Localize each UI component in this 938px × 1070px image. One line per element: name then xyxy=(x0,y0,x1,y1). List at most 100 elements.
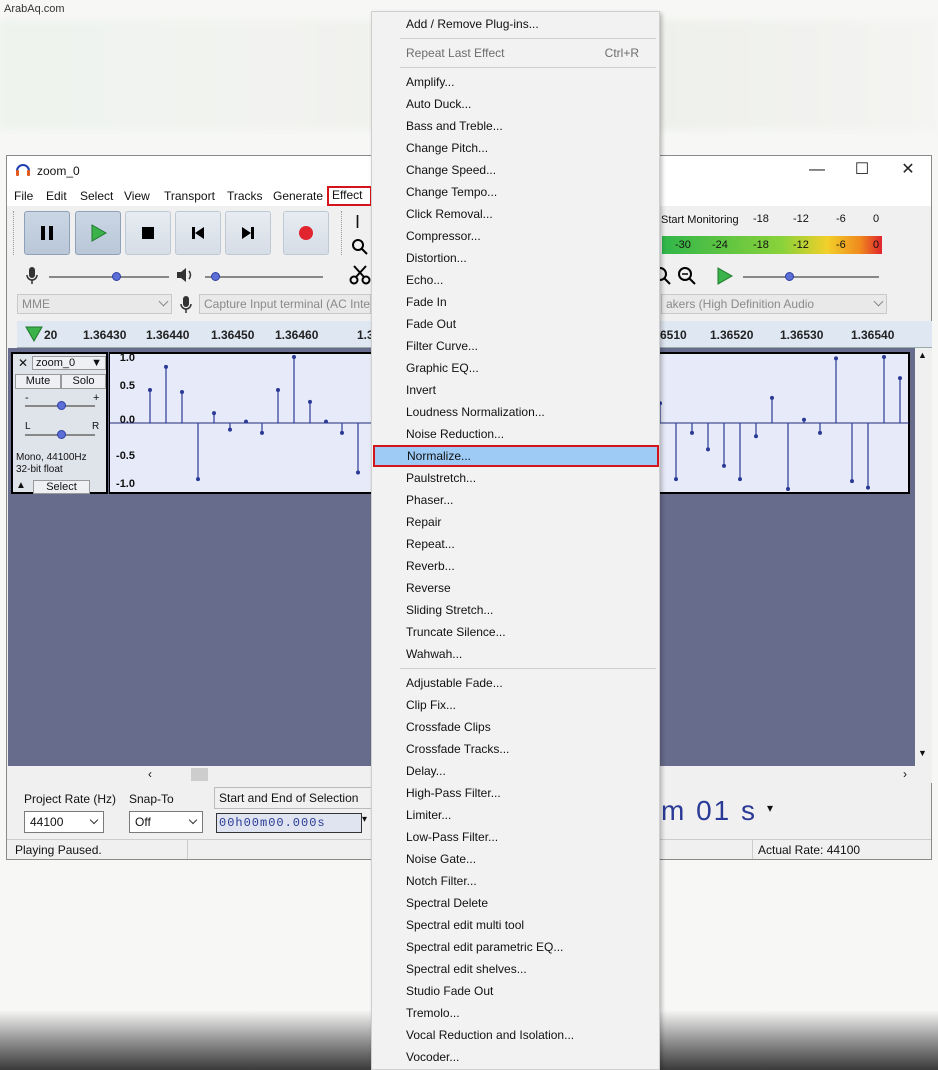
selection-start-time[interactable]: 00h00m00.000s xyxy=(216,813,362,833)
selection-mode-select[interactable]: Start and End of Selection xyxy=(214,787,372,809)
menu-item-distortion[interactable]: Distortion... xyxy=(372,247,659,269)
recording-volume-knob[interactable] xyxy=(112,272,121,281)
menu-item-wahwah[interactable]: Wahwah... xyxy=(372,643,659,665)
play-button[interactable] xyxy=(75,211,121,255)
track-name-menu[interactable]: zoom_0 ▼ xyxy=(32,356,106,370)
scroll-up-icon[interactable]: ▲ xyxy=(918,350,927,360)
menu-item-notch-filter[interactable]: Notch Filter... xyxy=(372,870,659,892)
track-close-icon[interactable]: ✕ xyxy=(15,356,31,370)
menu-item-truncate-silence[interactable]: Truncate Silence... xyxy=(372,621,659,643)
menu-view[interactable]: View xyxy=(121,187,153,205)
menu-item-change-tempo[interactable]: Change Tempo... xyxy=(372,181,659,203)
menu-item-high-pass-filter[interactable]: High-Pass Filter... xyxy=(372,782,659,804)
minimize-button[interactable]: — xyxy=(795,159,839,183)
menu-item-clip-fix[interactable]: Clip Fix... xyxy=(372,694,659,716)
collapse-track-icon[interactable]: ▲ xyxy=(16,480,26,491)
menu-item-click-removal[interactable]: Click Removal... xyxy=(372,203,659,225)
menu-item-amplify[interactable]: Amplify... xyxy=(372,71,659,93)
menu-item-repeat[interactable]: Repeat... xyxy=(372,533,659,555)
menu-transport[interactable]: Transport xyxy=(161,187,218,205)
scroll-left-icon[interactable]: ‹ xyxy=(148,767,152,781)
zoom-toggle-icon[interactable] xyxy=(677,266,697,286)
menu-item-invert[interactable]: Invert xyxy=(372,379,659,401)
vertical-scrollbar[interactable]: ▲ ▼ xyxy=(915,348,932,766)
menu-item-fade-in[interactable]: Fade In xyxy=(372,291,659,313)
menu-item-reverb[interactable]: Reverb... xyxy=(372,555,659,577)
menu-item-compressor[interactable]: Compressor... xyxy=(372,225,659,247)
menu-item-bass-and-treble[interactable]: Bass and Treble... xyxy=(372,115,659,137)
tools-grip[interactable] xyxy=(341,211,344,255)
time-format-dropdown-icon[interactable]: ▾ xyxy=(767,801,773,815)
menu-item-loudness-normalization[interactable]: Loudness Normalization... xyxy=(372,401,659,423)
menu-generate[interactable]: Generate xyxy=(270,187,326,205)
menu-item-vocal-reduction-and-isolation[interactable]: Vocal Reduction and Isolation... xyxy=(372,1024,659,1046)
cut-icon[interactable] xyxy=(349,264,371,286)
solo-button[interactable]: Solo xyxy=(61,374,106,389)
menu-item-studio-fade-out[interactable]: Studio Fade Out xyxy=(372,980,659,1002)
menu-item-fade-out[interactable]: Fade Out xyxy=(372,313,659,335)
menu-item-spectral-edit-multi-tool[interactable]: Spectral edit multi tool xyxy=(372,914,659,936)
menu-item-spectral-delete[interactable]: Spectral Delete xyxy=(372,892,659,914)
menu-item-filter-curve[interactable]: Filter Curve... xyxy=(372,335,659,357)
menu-edit[interactable]: Edit xyxy=(43,187,70,205)
menu-item-limiter[interactable]: Limiter... xyxy=(372,804,659,826)
playback-volume-slider[interactable] xyxy=(205,276,323,278)
audio-host-select[interactable]: MME xyxy=(17,294,172,314)
menu-item-auto-duck[interactable]: Auto Duck... xyxy=(372,93,659,115)
gain-knob[interactable] xyxy=(57,401,66,410)
play-at-speed-icon[interactable] xyxy=(715,267,733,285)
playback-volume-knob[interactable] xyxy=(211,272,220,281)
skip-to-end-button[interactable] xyxy=(225,211,271,255)
menu-item-echo[interactable]: Echo... xyxy=(372,269,659,291)
menu-item-vocoder[interactable]: Vocoder... xyxy=(372,1046,659,1068)
menu-tracks[interactable]: Tracks xyxy=(224,187,266,205)
snap-to-select[interactable]: Off xyxy=(129,811,203,833)
track-select-button[interactable]: Select xyxy=(33,480,90,494)
pause-button[interactable] xyxy=(24,211,70,255)
menu-item-repeat-last-effect[interactable]: Repeat Last Effect Ctrl+R xyxy=(372,42,659,64)
menu-item-normalize[interactable]: Normalize... xyxy=(373,445,659,467)
maximize-button[interactable]: ☐ xyxy=(840,159,884,183)
scroll-right-icon[interactable]: › xyxy=(903,767,907,781)
menu-item-reverse[interactable]: Reverse xyxy=(372,577,659,599)
pan-knob[interactable] xyxy=(57,430,66,439)
recording-volume-slider[interactable] xyxy=(49,276,169,278)
menu-item-paulstretch[interactable]: Paulstretch... xyxy=(372,467,659,489)
menu-item-repair[interactable]: Repair xyxy=(372,511,659,533)
menu-item-noise-reduction[interactable]: Noise Reduction... xyxy=(372,423,659,445)
menu-item-spectral-edit-parametric-eq[interactable]: Spectral edit parametric EQ... xyxy=(372,936,659,958)
play-head-triangle-icon[interactable] xyxy=(25,326,43,342)
playback-meter[interactable] xyxy=(662,236,882,254)
menu-item-change-speed[interactable]: Change Speed... xyxy=(372,159,659,181)
menu-item-low-pass-filter[interactable]: Low-Pass Filter... xyxy=(372,826,659,848)
toolbar-grip[interactable] xyxy=(13,211,16,255)
scroll-thumb[interactable] xyxy=(191,768,208,781)
menu-item-graphic-eq[interactable]: Graphic EQ... xyxy=(372,357,659,379)
menu-item-add-remove-plug-ins[interactable]: Add / Remove Plug-ins... xyxy=(372,13,659,35)
skip-to-start-button[interactable] xyxy=(175,211,221,255)
menu-item-sliding-stretch[interactable]: Sliding Stretch... xyxy=(372,599,659,621)
menu-item-delay[interactable]: Delay... xyxy=(372,760,659,782)
selection-tool-icon[interactable]: I xyxy=(355,212,360,233)
play-at-speed-slider[interactable] xyxy=(743,276,879,278)
menu-file[interactable]: File xyxy=(11,187,36,205)
menu-effect[interactable]: Effect xyxy=(327,186,372,206)
menu-select[interactable]: Select xyxy=(77,187,116,205)
time-format-dropdown-icon[interactable]: ▾ xyxy=(362,814,367,825)
menu-item-noise-gate[interactable]: Noise Gate... xyxy=(372,848,659,870)
record-button[interactable] xyxy=(283,211,329,255)
project-rate-select[interactable]: 44100 xyxy=(24,811,104,833)
zoom-tool-icon[interactable] xyxy=(351,238,369,256)
scroll-down-icon[interactable]: ▼ xyxy=(918,748,927,758)
playback-device-select[interactable]: akers (High Definition Audio xyxy=(661,294,887,314)
audio-position-display[interactable]: m 01 s xyxy=(661,795,757,827)
start-monitoring-label[interactable]: Start Monitoring xyxy=(661,214,739,226)
menu-item-crossfade-clips[interactable]: Crossfade Clips xyxy=(372,716,659,738)
menu-item-phaser[interactable]: Phaser... xyxy=(372,489,659,511)
menu-item-change-pitch[interactable]: Change Pitch... xyxy=(372,137,659,159)
recording-device-select[interactable]: Capture Input terminal (AC Inte xyxy=(199,294,371,314)
stop-button[interactable] xyxy=(125,211,171,255)
menu-item-tremolo[interactable]: Tremolo... xyxy=(372,1002,659,1024)
play-at-speed-knob[interactable] xyxy=(785,272,794,281)
menu-item-spectral-edit-shelves[interactable]: Spectral edit shelves... xyxy=(372,958,659,980)
